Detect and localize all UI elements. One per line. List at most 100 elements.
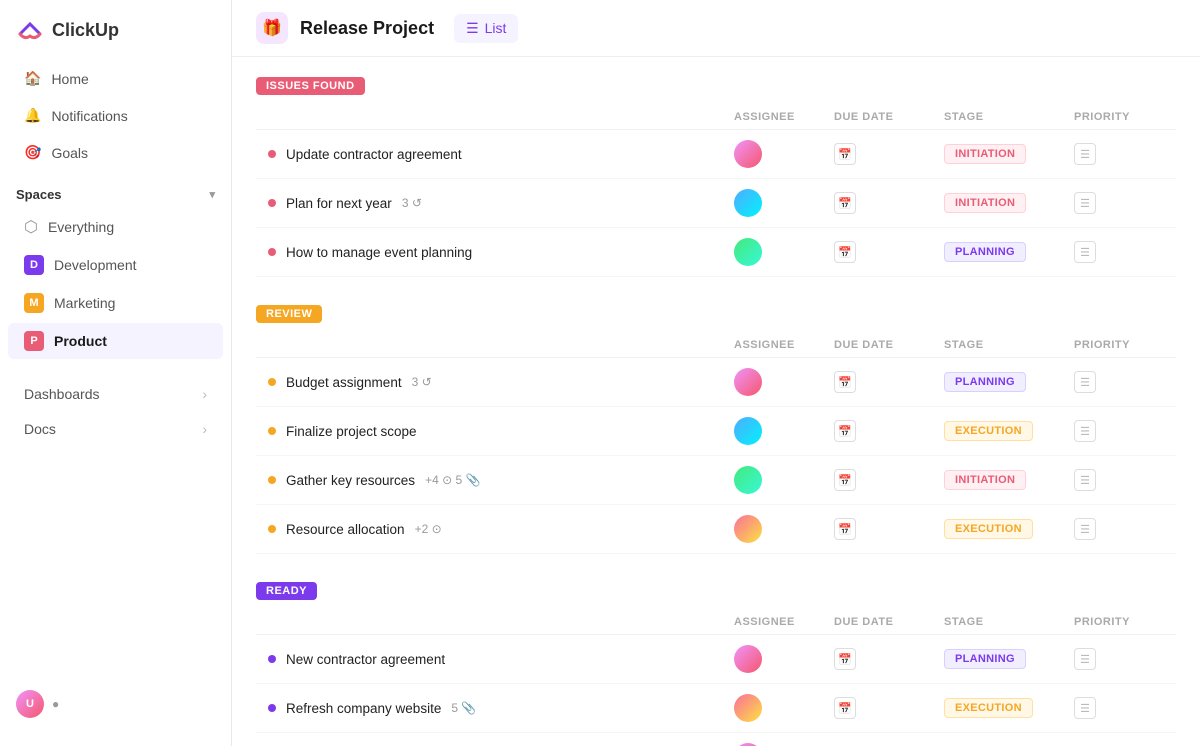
- task-name: Resource allocation: [286, 522, 405, 537]
- content-area: ISSUES FOUND ASSIGNEE DUE DATE STAGE PRI…: [232, 57, 1200, 746]
- task-dot: [268, 199, 276, 207]
- main-content: 🎁 Release Project ☰ List ISSUES FOUND AS…: [232, 0, 1200, 746]
- stage-badge: INITIATION: [944, 144, 1026, 164]
- home-icon: 🏠: [24, 70, 41, 87]
- avatar: [734, 645, 762, 673]
- sidebar-item-notifications[interactable]: 🔔 Notifications: [8, 98, 223, 133]
- avatar: [734, 694, 762, 722]
- table-row[interactable]: Budget assignment 3 ↺ 📅 PLANNING ☰: [256, 358, 1176, 407]
- sidebar-item-home[interactable]: 🏠 Home: [8, 61, 223, 96]
- review-section: REVIEW ASSIGNEE DUE DATE STAGE PRIORITY …: [256, 305, 1176, 554]
- due-date-cell: 📅: [834, 469, 944, 491]
- sidebar-item-marketing[interactable]: M Marketing: [8, 285, 223, 321]
- task-meta: +4 ⊙ 5 📎: [425, 473, 480, 487]
- calendar-icon[interactable]: 📅: [834, 469, 856, 491]
- priority-cell: ☰: [1074, 192, 1164, 214]
- col-priority: PRIORITY: [1074, 339, 1164, 351]
- sidebar-item-everything[interactable]: ⬡ Everything: [8, 209, 223, 245]
- marketing-badge: M: [24, 293, 44, 313]
- chevron-right-icon: ›: [202, 386, 207, 402]
- due-date-cell: 📅: [834, 143, 944, 165]
- issues-header-row: ISSUES FOUND: [256, 77, 1176, 103]
- notification-icon: 🔔: [24, 107, 41, 124]
- development-label: Development: [54, 257, 137, 273]
- due-date-cell: 📅: [834, 241, 944, 263]
- sidebar-item-development[interactable]: D Development: [8, 247, 223, 283]
- task-name-cell: Plan for next year 3 ↺: [268, 196, 734, 211]
- spaces-label: Spaces: [16, 187, 62, 202]
- table-row[interactable]: Refresh company website 5 📎 📅 EXECUTION …: [256, 684, 1176, 733]
- priority-icon[interactable]: ☰: [1074, 469, 1096, 491]
- development-badge: D: [24, 255, 44, 275]
- avatar: [734, 238, 762, 266]
- col-stage: STAGE: [944, 111, 1074, 123]
- calendar-icon[interactable]: 📅: [834, 241, 856, 263]
- task-name: Gather key resources: [286, 473, 415, 488]
- priority-icon[interactable]: ☰: [1074, 648, 1096, 670]
- product-label: Product: [54, 333, 107, 349]
- col-stage: STAGE: [944, 339, 1074, 351]
- task-name: Update contractor agreement: [286, 147, 462, 162]
- table-row[interactable]: New contractor agreement 📅 PLANNING ☰: [256, 635, 1176, 684]
- calendar-icon[interactable]: 📅: [834, 192, 856, 214]
- user-avatar[interactable]: U: [16, 690, 44, 718]
- task-dot: [268, 378, 276, 386]
- stage-badge: PLANNING: [944, 372, 1026, 392]
- calendar-icon[interactable]: 📅: [834, 420, 856, 442]
- calendar-icon[interactable]: 📅: [834, 697, 856, 719]
- task-dot: [268, 248, 276, 256]
- stage-cell: PLANNING: [944, 242, 1074, 262]
- stage-cell: EXECUTION: [944, 519, 1074, 539]
- list-view-tab[interactable]: ☰ List: [454, 14, 518, 43]
- calendar-icon[interactable]: 📅: [834, 648, 856, 670]
- calendar-icon[interactable]: 📅: [834, 143, 856, 165]
- stage-cell: INITIATION: [944, 193, 1074, 213]
- table-row[interactable]: Plan for next year 3 ↺ 📅 INITIATION ☰: [256, 179, 1176, 228]
- task-name: Plan for next year: [286, 196, 392, 211]
- sidebar-item-docs[interactable]: Docs ›: [8, 412, 223, 446]
- table-row[interactable]: Update contractor agreement 📅 INITIATION…: [256, 130, 1176, 179]
- chevron-down-icon[interactable]: ▾: [209, 188, 215, 201]
- stage-badge: PLANNING: [944, 649, 1026, 669]
- issues-section: ISSUES FOUND ASSIGNEE DUE DATE STAGE PRI…: [256, 77, 1176, 277]
- priority-cell: ☰: [1074, 469, 1164, 491]
- task-dot: [268, 476, 276, 484]
- ready-badge: READY: [256, 582, 317, 600]
- task-name-cell: Gather key resources +4 ⊙ 5 📎: [268, 473, 734, 488]
- dashboards-label: Dashboards: [24, 386, 100, 402]
- priority-cell: ☰: [1074, 143, 1164, 165]
- everything-label: Everything: [48, 219, 114, 235]
- sidebar-item-product[interactable]: P Product: [8, 323, 223, 359]
- priority-icon[interactable]: ☰: [1074, 143, 1096, 165]
- table-row[interactable]: Update key objectives 5 📎 📅 EXECUTION ☰: [256, 733, 1176, 746]
- table-row[interactable]: How to manage event planning 📅 PLANNING …: [256, 228, 1176, 277]
- chevron-right-icon-docs: ›: [202, 421, 207, 437]
- table-row[interactable]: Finalize project scope 📅 EXECUTION ☰: [256, 407, 1176, 456]
- list-label: List: [485, 20, 507, 36]
- col-due-date: DUE DATE: [834, 111, 944, 123]
- task-dot: [268, 525, 276, 533]
- priority-icon[interactable]: ☰: [1074, 697, 1096, 719]
- col-assignee: ASSIGNEE: [734, 111, 834, 123]
- priority-icon[interactable]: ☰: [1074, 420, 1096, 442]
- app-logo[interactable]: ClickUp: [0, 16, 231, 60]
- table-row[interactable]: Gather key resources +4 ⊙ 5 📎 📅 INITIATI…: [256, 456, 1176, 505]
- stage-badge: INITIATION: [944, 193, 1026, 213]
- product-badge: P: [24, 331, 44, 351]
- avatar: [734, 189, 762, 217]
- task-meta: +2 ⊙: [415, 522, 442, 536]
- sidebar-item-dashboards[interactable]: Dashboards ›: [8, 377, 223, 411]
- app-name: ClickUp: [52, 20, 119, 41]
- sidebar-item-goals[interactable]: 🎯 Goals: [8, 135, 223, 170]
- calendar-icon[interactable]: 📅: [834, 371, 856, 393]
- priority-icon[interactable]: ☰: [1074, 371, 1096, 393]
- issues-badge: ISSUES FOUND: [256, 77, 365, 95]
- avatar: [734, 466, 762, 494]
- priority-icon[interactable]: ☰: [1074, 241, 1096, 263]
- calendar-icon[interactable]: 📅: [834, 518, 856, 540]
- table-row[interactable]: Resource allocation +2 ⊙ 📅 EXECUTION ☰: [256, 505, 1176, 554]
- stage-cell: INITIATION: [944, 144, 1074, 164]
- priority-icon[interactable]: ☰: [1074, 192, 1096, 214]
- col-stage: STAGE: [944, 616, 1074, 628]
- priority-icon[interactable]: ☰: [1074, 518, 1096, 540]
